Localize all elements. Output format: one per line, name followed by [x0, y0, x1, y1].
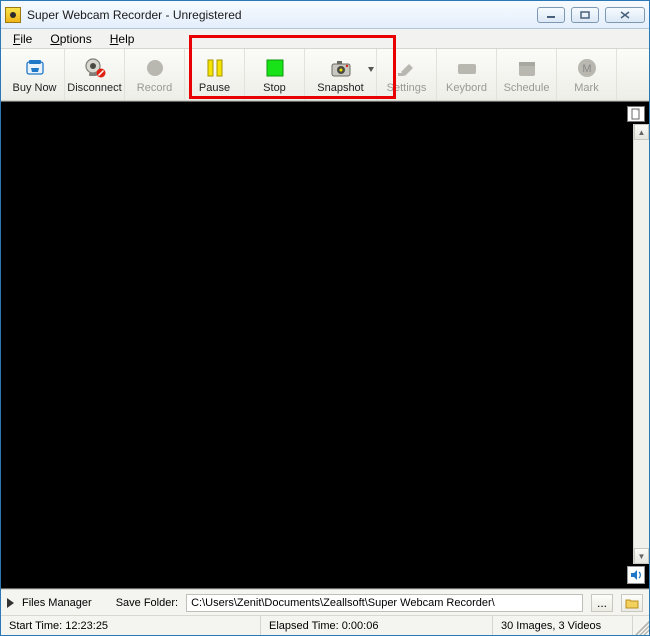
- save-folder-input[interactable]: [186, 594, 583, 612]
- mark-label: Mark: [574, 82, 598, 94]
- disconnect-button[interactable]: Disconnect: [65, 49, 125, 100]
- titlebar: Super Webcam Recorder - Unregistered: [1, 1, 649, 29]
- menu-options[interactable]: Options: [42, 31, 99, 47]
- snapshot-dropdown-caret-icon[interactable]: [368, 67, 374, 72]
- svg-text:M: M: [582, 63, 591, 75]
- bottom-bar: Files Manager Save Folder: ...: [1, 589, 649, 615]
- status-counts: 30 Images, 3 Videos: [493, 616, 633, 635]
- stop-label: Stop: [263, 82, 286, 94]
- stop-button[interactable]: Stop: [245, 49, 305, 100]
- vertical-scrollbar[interactable]: ▲ ▼: [633, 124, 649, 564]
- settings-icon: [395, 56, 419, 80]
- resize-grip-icon[interactable]: [633, 616, 649, 635]
- sound-icon[interactable]: [627, 566, 645, 584]
- app-icon: [5, 7, 21, 23]
- disconnect-label: Disconnect: [67, 82, 121, 94]
- schedule-button[interactable]: Schedule: [497, 49, 557, 100]
- menubar: File Options Help: [1, 29, 649, 49]
- expand-triangle-icon[interactable]: [7, 598, 14, 608]
- keyboard-button[interactable]: Keybord: [437, 49, 497, 100]
- close-button[interactable]: [605, 7, 645, 23]
- pause-label: Pause: [199, 82, 230, 94]
- stop-icon: [263, 56, 287, 80]
- buy-now-label: Buy Now: [12, 82, 56, 94]
- cart-icon: [23, 56, 47, 80]
- settings-button[interactable]: Settings: [377, 49, 437, 100]
- toolbar: Buy Now Disconnect Record Pause Stop Sna…: [1, 49, 649, 101]
- status-elapsed-time: Elapsed Time: 0:00:06: [261, 616, 493, 635]
- page-icon[interactable]: [627, 106, 645, 122]
- scroll-up-icon[interactable]: ▲: [634, 124, 649, 140]
- schedule-label: Schedule: [504, 82, 550, 94]
- schedule-icon: [515, 56, 539, 80]
- keyboard-icon: [455, 56, 479, 80]
- keyboard-label: Keybord: [446, 82, 487, 94]
- video-viewport[interactable]: ▲ ▼: [1, 101, 649, 589]
- camera-icon: [329, 56, 353, 80]
- window-buttons: [537, 7, 645, 23]
- menu-help[interactable]: Help: [102, 31, 143, 47]
- mark-icon: M: [575, 56, 599, 80]
- window-title: Super Webcam Recorder - Unregistered: [27, 8, 537, 22]
- snapshot-label: Snapshot: [317, 82, 363, 94]
- minimize-button[interactable]: [537, 7, 565, 23]
- record-icon: [143, 56, 167, 80]
- snapshot-button[interactable]: Snapshot: [305, 49, 377, 100]
- save-folder-label: Save Folder:: [116, 597, 178, 609]
- menu-file[interactable]: File: [5, 31, 40, 47]
- maximize-button[interactable]: [571, 7, 599, 23]
- pause-icon: [203, 56, 227, 80]
- pause-button[interactable]: Pause: [185, 49, 245, 100]
- status-bar: Start Time: 12:23:25 Elapsed Time: 0:00:…: [1, 615, 649, 635]
- record-label: Record: [137, 82, 172, 94]
- browse-label: ...: [597, 596, 607, 610]
- scroll-down-icon[interactable]: ▼: [634, 548, 649, 564]
- record-button: Record: [125, 49, 185, 100]
- files-manager-button[interactable]: Files Manager: [22, 597, 92, 609]
- status-start-time: Start Time: 12:23:25: [1, 616, 261, 635]
- browse-button[interactable]: ...: [591, 594, 613, 612]
- folder-icon: [625, 597, 639, 609]
- mark-button[interactable]: M Mark: [557, 49, 617, 100]
- webcam-disconnect-icon: [83, 56, 107, 80]
- buy-now-button[interactable]: Buy Now: [5, 49, 65, 100]
- settings-label: Settings: [387, 82, 427, 94]
- open-folder-button[interactable]: [621, 594, 643, 612]
